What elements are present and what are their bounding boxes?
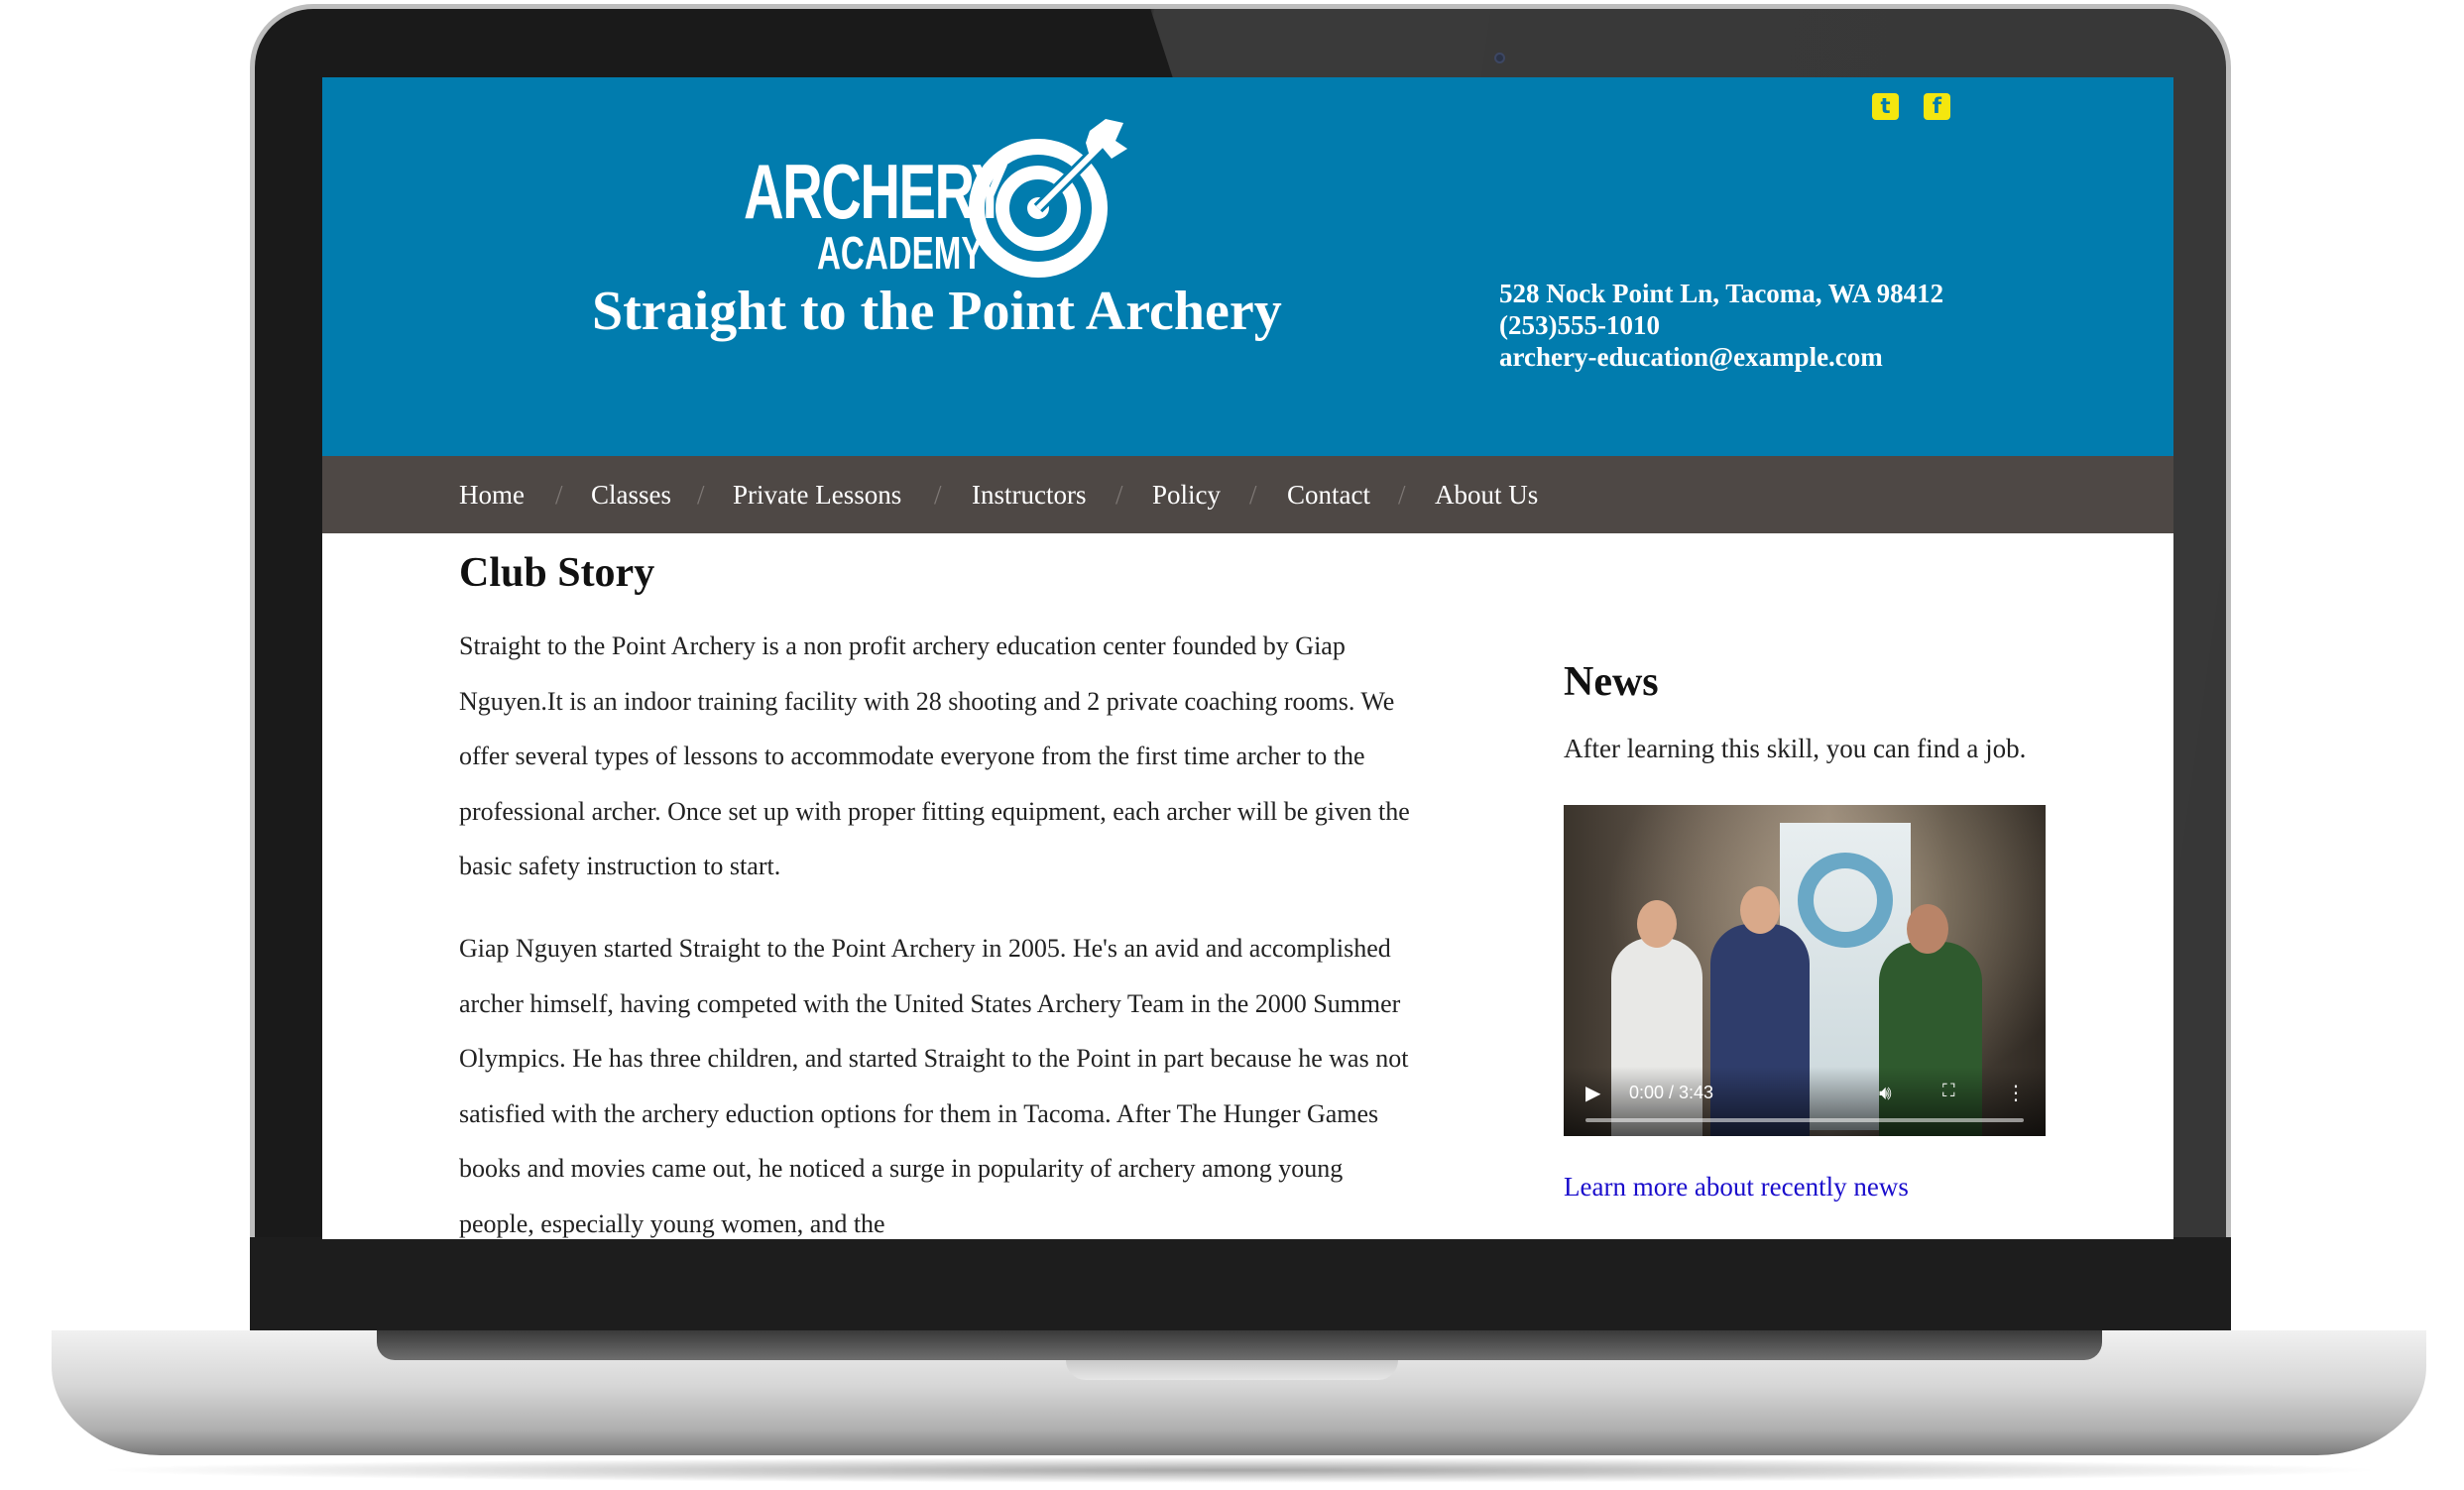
video-person-head <box>1907 904 1948 954</box>
contact-info: 528 Nock Point Ln, Tacoma, WA 98412 (253… <box>1499 278 1943 373</box>
play-icon[interactable]: ▶ <box>1585 1081 1600 1104</box>
nav-separator: / <box>555 480 563 510</box>
nav-separator: / <box>1398 480 1406 510</box>
video-person-head <box>1740 886 1780 934</box>
video-controls: ▶ 0:00 / 3:43 🔊︎ ⛶ ⋮ <box>1564 1067 2046 1136</box>
nav-separator: / <box>697 480 705 510</box>
base-notch <box>1066 1360 1398 1380</box>
news-video-player[interactable]: ▶ 0:00 / 3:43 🔊︎ ⛶ ⋮ <box>1564 805 2046 1136</box>
video-person-head <box>1637 900 1677 948</box>
nav-item-home[interactable]: Home <box>459 480 525 511</box>
video-time: 0:00 / 3:43 <box>1629 1083 1714 1102</box>
nav-item-contact[interactable]: Contact <box>1287 480 1370 511</box>
logo-text-academy: ACADEMY <box>817 227 984 279</box>
keyboard-strip <box>377 1330 2102 1360</box>
site-header: t f ARCHERY ACADEMY Straight to the Poin… <box>322 77 2173 456</box>
more-options-icon[interactable]: ⋮ <box>2006 1081 2026 1104</box>
target-arrow-icon <box>969 119 1127 278</box>
nav-item-classes[interactable]: Classes <box>591 480 671 511</box>
phone-text[interactable]: (253)555-1010 <box>1499 309 1943 341</box>
page-title: Club Story <box>459 550 655 596</box>
nav-separator: / <box>1249 480 1257 510</box>
nav-separator: / <box>934 480 942 510</box>
browser-screen: t f ARCHERY ACADEMY Straight to the Poin… <box>322 77 2173 1239</box>
main-nav: Home / Classes / Private Lessons / Instr… <box>322 456 2173 533</box>
club-story-body: Straight to the Point Archery is a non p… <box>459 619 1411 1239</box>
news-text: After learning this skill, you can find … <box>1564 734 2027 763</box>
fullscreen-icon[interactable]: ⛶ <box>1942 1081 1955 1101</box>
facebook-icon[interactable]: f <box>1924 93 1950 120</box>
volume-icon[interactable]: 🔊︎ <box>1879 1081 1892 1104</box>
email-text[interactable]: archery-education@example.com <box>1499 341 1943 373</box>
banner-logo-icon <box>1798 853 1893 948</box>
nav-item-about-us[interactable]: About Us <box>1435 480 1538 511</box>
address-text: 528 Nock Point Ln, Tacoma, WA 98412 <box>1499 279 1944 308</box>
story-paragraph: Giap Nguyen started Straight to the Poin… <box>459 933 1409 1238</box>
base-shadow <box>89 1457 2390 1483</box>
story-paragraph: Straight to the Point Archery is a non p… <box>459 631 1410 881</box>
nav-item-policy[interactable]: Policy <box>1152 480 1221 511</box>
nav-separator: / <box>1115 480 1123 510</box>
news-heading: News <box>1564 659 1659 705</box>
archery-academy-logo[interactable]: ARCHERY ACADEMY <box>744 119 1140 287</box>
video-progress-bar[interactable] <box>1585 1118 2024 1122</box>
twitter-icon[interactable]: t <box>1872 93 1899 120</box>
site-title: Straight to the Point Archery <box>592 281 1282 342</box>
webcam-icon <box>1494 53 1505 63</box>
nav-item-private-lessons[interactable]: Private Lessons <box>733 480 901 511</box>
nav-item-instructors[interactable]: Instructors <box>972 480 1086 511</box>
news-more-link[interactable]: Learn more about recently news <box>1564 1172 1909 1203</box>
